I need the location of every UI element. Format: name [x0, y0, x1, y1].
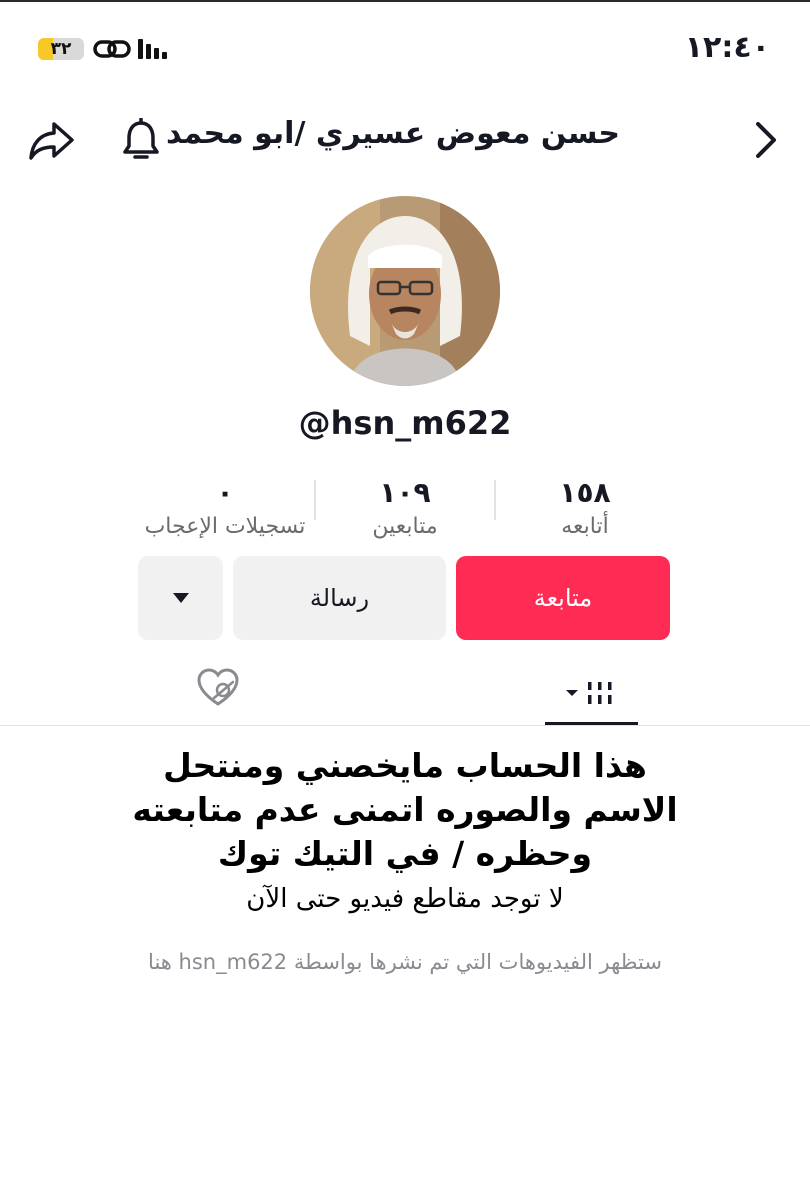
- top-edge-line: [0, 0, 810, 2]
- battery-indicator: ٣٢: [38, 38, 84, 60]
- followers-count[interactable]: ١٠٩: [340, 476, 470, 509]
- hidden-liked-icon[interactable]: [196, 668, 240, 708]
- battery-level: ٣٢: [50, 39, 72, 59]
- avatar[interactable]: [310, 196, 500, 386]
- followers-label[interactable]: متابعين: [340, 514, 470, 539]
- tabs-bottom-border: [0, 725, 810, 726]
- bio-line: الاسم والصوره اتمنى عدم متابعته: [132, 790, 678, 829]
- status-time: ١٢:٤٠: [684, 30, 770, 65]
- back-chevron-icon[interactable]: [752, 120, 780, 160]
- empty-state-hint: ستظهر الفيديوهات التي تم نشرها بواسطة hs…: [148, 950, 662, 974]
- bio-line: هذا الحساب مايخصني ومنتحل: [163, 746, 647, 785]
- dropdown-caret-icon: [172, 593, 189, 603]
- link-icon: [93, 40, 131, 58]
- more-options-button[interactable]: [138, 556, 223, 640]
- bio-text: هذا الحساب مايخصني ومنتحل الاسم والصوره …: [0, 744, 810, 876]
- empty-state-title: لا توجد مقاطع فيديو حتى الآن: [246, 884, 564, 914]
- likes-label: تسجيلات الإعجاب: [144, 514, 306, 539]
- stats-divider: [494, 480, 496, 520]
- likes-count: ٠: [216, 476, 234, 509]
- following-label[interactable]: أتابعه: [520, 514, 650, 539]
- profile-title: حسن معوض عسيري /ابو محمد: [166, 116, 620, 151]
- signal-icon: [138, 39, 167, 59]
- videos-grid-icon: [565, 682, 611, 704]
- bell-icon[interactable]: [120, 118, 162, 164]
- username: @hsn_m622: [298, 404, 512, 442]
- avatar-photo: [310, 196, 500, 386]
- message-button[interactable]: رسالة: [233, 556, 446, 640]
- following-count[interactable]: ١٥٨: [520, 476, 650, 509]
- bio-line: وحظره / في التيك توك: [217, 834, 593, 873]
- follow-button[interactable]: متابعة: [456, 556, 670, 640]
- tab-videos[interactable]: [545, 664, 638, 722]
- stats-divider: [314, 480, 316, 520]
- share-icon[interactable]: [26, 118, 78, 162]
